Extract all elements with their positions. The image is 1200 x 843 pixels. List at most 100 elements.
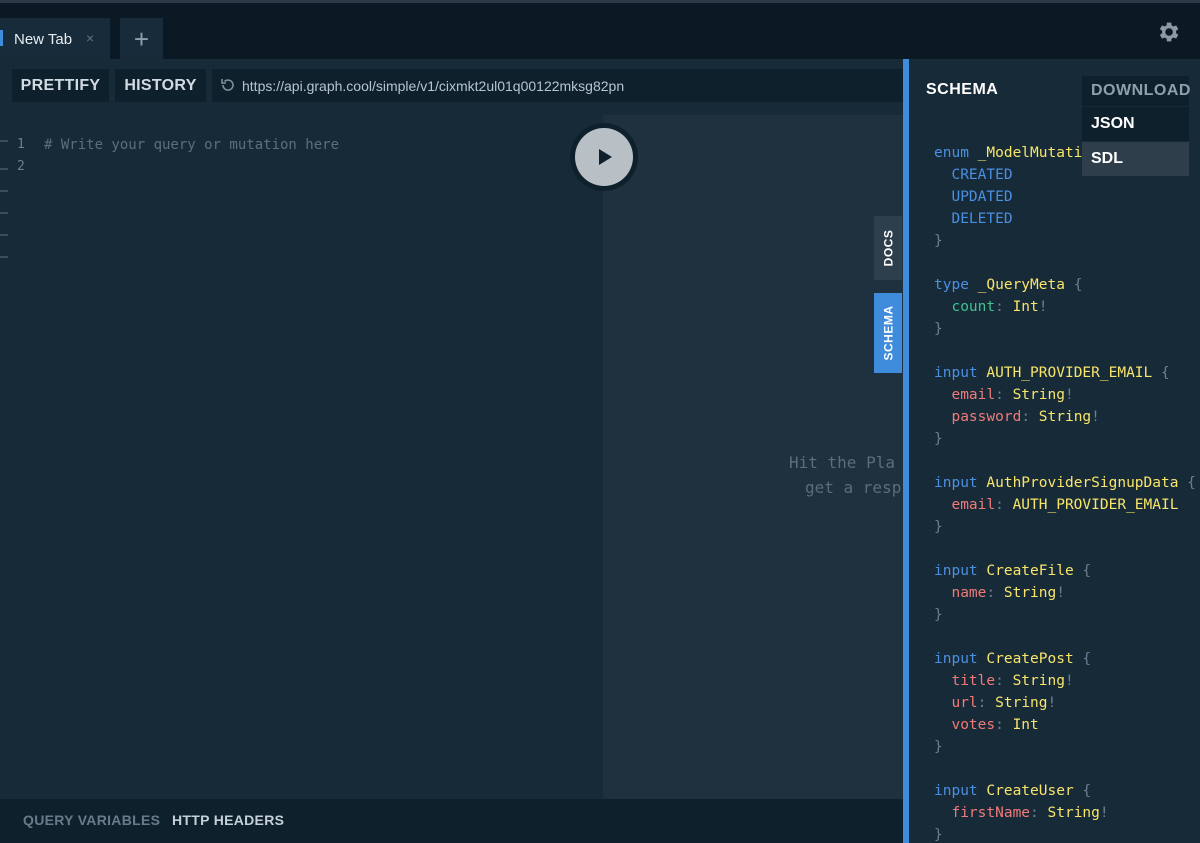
download-json-option[interactable]: JSON	[1082, 107, 1189, 141]
result-hint-line: get a resp	[805, 478, 902, 497]
query-editor[interactable]	[0, 59, 603, 799]
sdl-colon: :	[995, 717, 1013, 733]
sdl-colon: :	[995, 673, 1013, 689]
sdl-field-line: email: String!	[934, 387, 1073, 403]
gutter-mark	[0, 168, 8, 170]
sdl-type-name: CreateFile	[986, 563, 1074, 579]
sdl-brace: {	[1073, 783, 1092, 799]
sdl-field-type: AUTH_PROVIDER_EMAIL	[1012, 497, 1179, 513]
sdl-block-header: input CreateUser {	[934, 783, 1091, 799]
sdl-non-null: !	[1064, 673, 1074, 689]
sdl-field-name: name	[934, 585, 987, 601]
download-menu-label[interactable]: DOWNLOAD	[1082, 76, 1190, 106]
add-tab-button[interactable]: +	[120, 18, 163, 60]
sdl-field-name: password	[934, 409, 1022, 425]
sdl-colon: :	[977, 695, 996, 711]
sdl-colon: :	[995, 497, 1013, 513]
sdl-brace: {	[1064, 277, 1083, 293]
sdl-brace: }	[934, 233, 943, 249]
sdl-type-name: CreatePost	[986, 651, 1074, 667]
sdl-block-header: input AuthProviderSignupData {	[934, 475, 1196, 491]
tab-label: New Tab	[14, 30, 73, 48]
sdl-block-close: }	[934, 827, 943, 843]
sdl-keyword: input	[934, 651, 987, 667]
prettify-button[interactable]: PRETTIFY	[12, 69, 109, 102]
reload-icon[interactable]	[220, 77, 236, 93]
gear-icon[interactable]	[1155, 19, 1181, 45]
sdl-type-name: _QueryMeta	[977, 277, 1065, 293]
sdl-field-line: count: Int!	[934, 299, 1048, 315]
sdl-block-close: }	[934, 519, 943, 535]
play-icon	[575, 128, 633, 186]
sdl-enum-line: CREATED	[934, 167, 1013, 183]
sdl-field-line: url: String!	[934, 695, 1056, 711]
sdl-keyword: enum	[934, 145, 978, 161]
sdl-field-line: title: String!	[934, 673, 1074, 689]
sdl-field-name: count	[934, 299, 996, 315]
sdl-colon: :	[995, 299, 1013, 315]
execute-query-button[interactable]	[570, 123, 638, 191]
sdl-field-name: email	[934, 387, 996, 403]
toolbar: PRETTIFY HISTORY https://api.graph.cool/…	[0, 59, 903, 115]
sdl-block-header: type _QueryMeta {	[934, 277, 1082, 293]
history-button[interactable]: HISTORY	[115, 69, 206, 102]
sdl-colon: :	[1030, 805, 1048, 821]
sdl-block-header: enum _ModelMutati	[934, 145, 1082, 161]
sdl-block-header: input CreateFile {	[934, 563, 1091, 579]
sdl-type-name: AuthProviderSignupData	[986, 475, 1179, 491]
docs-tab-label: DOCS	[881, 229, 896, 267]
sdl-field-type: String	[1038, 409, 1092, 425]
query-comment-line[interactable]: # Write your query or mutation here	[44, 137, 339, 153]
gutter-mark	[0, 212, 8, 214]
sdl-colon: :	[1021, 409, 1039, 425]
sdl-non-null: !	[1056, 585, 1065, 601]
sdl-field-name: email	[934, 497, 996, 513]
sdl-enum-line: UPDATED	[934, 189, 1012, 205]
sdl-field-line: password: String!	[934, 409, 1099, 425]
sdl-brace: {	[1073, 651, 1092, 667]
sdl-enum-value: CREATED	[934, 167, 1013, 183]
result-hint-line: Hit the Pla	[789, 453, 895, 472]
line-number: 1	[17, 137, 25, 152]
sdl-non-null: !	[1099, 805, 1109, 821]
sdl-field-line: name: String!	[934, 585, 1065, 601]
sdl-brace: }	[934, 739, 943, 755]
sdl-field-type: Int	[1012, 717, 1039, 733]
sdl-field-name: title	[934, 673, 996, 689]
gutter-mark	[0, 140, 8, 142]
sdl-colon: :	[986, 585, 1004, 601]
sdl-colon: :	[995, 387, 1013, 403]
sdl-field-type: String	[1003, 585, 1057, 601]
tab-new-tab[interactable]: New Tab ×	[0, 18, 110, 60]
endpoint-url-text: https://api.graph.cool/simple/v1/cixmkt2…	[242, 77, 625, 94]
result-pane	[603, 59, 903, 799]
line-number: 2	[17, 159, 25, 174]
docs-side-tab[interactable]: DOCS	[874, 216, 902, 280]
sdl-keyword: input	[934, 475, 987, 491]
sdl-block-header: input AUTH_PROVIDER_EMAIL {	[934, 365, 1170, 381]
sdl-field-type: String	[995, 695, 1048, 711]
sdl-keyword: input	[934, 783, 987, 799]
http-headers-tab[interactable]: HTTP HEADERS	[172, 812, 284, 828]
schema-tab-label: SCHEMA	[881, 305, 896, 361]
schema-side-tab[interactable]: SCHEMA	[874, 293, 902, 373]
sdl-type-name: CreateUser	[986, 783, 1074, 799]
sdl-field-name: firstName	[934, 805, 1031, 821]
sdl-brace: {	[1152, 365, 1170, 381]
sdl-brace: }	[934, 431, 943, 447]
active-tab-marker	[0, 30, 3, 46]
sdl-field-type: Int	[1012, 299, 1039, 315]
sdl-brace: }	[934, 827, 943, 843]
gutter-mark	[0, 234, 8, 236]
sdl-brace: }	[934, 321, 943, 337]
sdl-field-line: email: AUTH_PROVIDER_EMAIL	[934, 497, 1178, 513]
sdl-field-name: url	[934, 695, 978, 711]
endpoint-url-field[interactable]: https://api.graph.cool/simple/v1/cixmkt2…	[212, 69, 903, 102]
sdl-brace: }	[934, 519, 943, 535]
sdl-brace: {	[1073, 563, 1092, 579]
query-variables-tab[interactable]: QUERY VARIABLES	[23, 812, 160, 828]
sdl-non-null: !	[1038, 299, 1048, 315]
tab-close-icon[interactable]: ×	[86, 30, 94, 46]
sdl-keyword: type	[934, 277, 978, 293]
download-sdl-option[interactable]: SDL	[1082, 142, 1189, 176]
